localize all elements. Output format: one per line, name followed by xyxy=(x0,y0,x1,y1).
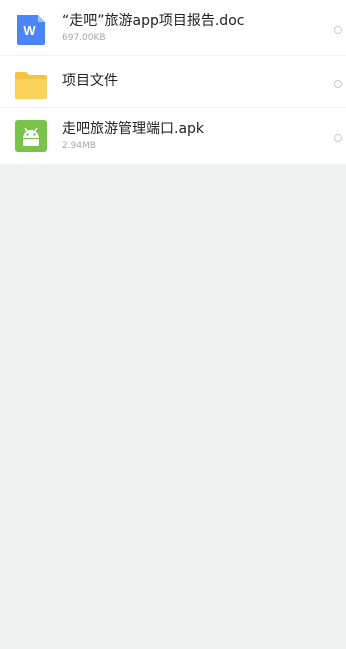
file-size: 697.00KB xyxy=(62,33,106,43)
list-item-folder[interactable]: 项目文件 xyxy=(0,56,346,108)
apk-text: 走吧旅游管理端口.apk 2.94MB xyxy=(62,120,306,152)
select-radio[interactable] xyxy=(334,80,342,88)
folder-icon xyxy=(14,68,48,102)
file-list: W “走吧”旅游app项目报告.doc 697.00KB 项目文件 走吧旅游管理… xyxy=(0,0,346,164)
word-document-icon: W xyxy=(14,12,48,46)
file-name: 走吧旅游管理端口.apk xyxy=(62,121,205,137)
file-name: “走吧”旅游app项目报告.doc xyxy=(62,13,245,29)
doc-text: “走吧”旅游app项目报告.doc 697.00KB xyxy=(62,12,306,44)
list-item-doc[interactable]: W “走吧”旅游app项目报告.doc 697.00KB xyxy=(0,0,346,56)
svg-text:W: W xyxy=(23,23,36,38)
folder-text: 项目文件 xyxy=(62,72,306,90)
file-size: 2.94MB xyxy=(62,141,96,151)
file-browser-screen: W “走吧”旅游app项目报告.doc 697.00KB 项目文件 走吧旅游管理… xyxy=(0,0,346,649)
select-radio[interactable] xyxy=(334,134,342,142)
select-radio[interactable] xyxy=(334,26,342,34)
list-item-apk[interactable]: 走吧旅游管理端口.apk 2.94MB xyxy=(0,108,346,164)
android-apk-icon xyxy=(14,119,48,153)
folder-name: 项目文件 xyxy=(62,73,118,89)
